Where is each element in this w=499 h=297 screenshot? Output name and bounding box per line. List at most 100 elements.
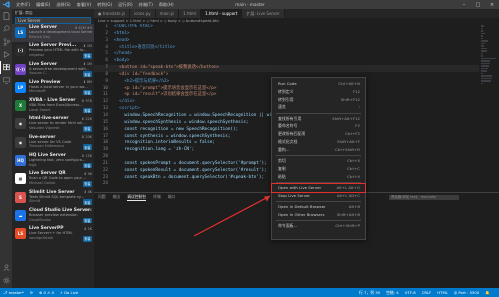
extension-list-item[interactable]: HQ HQ Live Server Lightning fast, zero con… [12, 152, 94, 170]
code-line[interactable]: 4 <title>语音识别</title> [94, 45, 499, 52]
menu-view[interactable]: 查看(V) [74, 2, 95, 8]
context-menu-item[interactable]: 速览 › [272, 103, 365, 111]
minimap-line [481, 60, 491, 62]
menu-run[interactable]: 运行(R) [115, 2, 136, 8]
install-button[interactable]: 安装 [82, 144, 92, 151]
code-line[interactable]: 2 <html> [94, 31, 499, 38]
editor-tab[interactable]: icons.py [130, 9, 156, 18]
context-menu-item[interactable]: 查找所有引用 Shift+Alt+F12 [272, 115, 365, 123]
maximize-button[interactable]: □ [471, 0, 485, 9]
status-right-item[interactable]: 🔔 [485, 290, 490, 296]
extension-logo-icon: LP [15, 81, 26, 93]
status-left-item[interactable]: ⎇ master* [3, 290, 24, 295]
extension-list-item[interactable]: ((·)) Live Server A server-free developmen… [12, 61, 94, 79]
account-icon[interactable] [0, 261, 12, 274]
close-button[interactable]: × [485, 0, 499, 9]
menu-item-shortcut: Ctrl+V [347, 173, 360, 179]
run-debug-icon[interactable] [0, 48, 12, 61]
extension-search-input[interactable]: Live Server [15, 17, 91, 24]
code-line[interactable]: 3 <head> [94, 38, 499, 45]
context-menu-item[interactable]: 剪切 Ctrl+X [272, 157, 365, 165]
install-button[interactable]: 安装 [82, 107, 92, 114]
menu-selection[interactable]: 选择(S) [53, 2, 73, 8]
context-menu-item[interactable]: Open In Other Browsers Shift+Alt+B [272, 211, 365, 219]
context-menu-item[interactable]: 更改所有匹配项 Ctrl+F2 [272, 130, 365, 138]
install-button[interactable]: 安装 [82, 89, 92, 96]
editor-tab[interactable]: ● translate.js [94, 9, 131, 18]
extension-list-item[interactable]: (·) Live Server Previ... Preview your HTML… [12, 42, 94, 60]
panel-tab[interactable]: 调试控制台 [127, 194, 147, 201]
extension-list-item[interactable]: ◉ html-live-server Live server to render h… [12, 115, 94, 133]
line-number: 2 [105, 30, 108, 36]
context-menu-item[interactable]: Open In Default Browser Alt+B [272, 203, 365, 211]
code-line[interactable]: 1 <!DOCTYPE html> [94, 24, 499, 31]
extension-list-item[interactable]: S Slimlit Live Server Tests Slimlit SQL te… [12, 189, 94, 207]
extension-list-item[interactable]: LS Live ServerPP Live Server++ for HTML san… [12, 225, 94, 243]
editor-tab[interactable]: main.js [155, 9, 180, 18]
status-right-item[interactable]: HTML [437, 290, 448, 296]
code-line[interactable]: 7 <button id="speak-btn">按我说话</button> [94, 65, 499, 72]
explorer-icon[interactable] [0, 9, 12, 22]
status-right-item[interactable]: 行 7，列 30 [359, 290, 380, 296]
extension-list-item[interactable]: LS Live Server Launch a development local … [12, 24, 94, 43]
search-icon[interactable] [0, 22, 12, 35]
context-menu-item[interactable]: 重命名符号 F2 [272, 122, 365, 130]
status-left-item[interactable]: ⚡ Go Live [60, 290, 78, 295]
source-control-icon[interactable] [0, 35, 12, 48]
editor-tab[interactable]: 扩展: Live Server [242, 9, 285, 18]
context-menu-item[interactable]: Run Code Ctrl+Alt+N [272, 80, 365, 88]
extension-list-item[interactable]: ▦ Live Server QR Scan a QR Code to open yo… [12, 170, 94, 188]
status-right-item[interactable]: CRLF [422, 290, 432, 296]
context-menu-item[interactable]: 重构... Ctrl+Shift+R [272, 146, 365, 154]
context-menu-item[interactable]: 命令面板... Ctrl+Shift+P [272, 222, 365, 230]
menu-help[interactable]: 帮助(H) [156, 2, 177, 8]
status-right-item[interactable]: ◎ Port : 5500 [454, 290, 479, 296]
extensions-icon[interactable] [0, 61, 12, 74]
install-button[interactable]: 安装 [82, 126, 92, 132]
menu-file[interactable]: 文件(F) [13, 2, 33, 8]
status-right-item[interactable]: UTF-8 [405, 290, 416, 296]
menu-item-label: Open In Other Browsers [278, 211, 325, 217]
panel-tab[interactable]: 端口 [168, 194, 176, 200]
code-line[interactable]: 5 </head> [94, 51, 499, 58]
panel-tab[interactable]: 输出 [113, 194, 121, 200]
menu-edit[interactable]: 编辑(E) [33, 2, 53, 8]
install-button[interactable]: 安装 [82, 235, 92, 242]
install-button[interactable]: 安装 [82, 71, 92, 77]
open-with-live-server-menu-item[interactable]: Open with Live Server Alt+L Alt+O [271, 183, 366, 193]
status-right-item[interactable]: 空格: 4 [386, 290, 399, 296]
extension-list: LS Live Server Launch a development local … [12, 24, 94, 244]
install-button[interactable]: 安装 [82, 217, 92, 224]
context-menu-item[interactable]: 复制 Ctrl+C [272, 165, 365, 173]
extension-list-item[interactable]: ◉ live-server Live server for VS Code Trevi… [12, 134, 94, 152]
status-left-item[interactable]: ⟳ [30, 290, 33, 295]
context-menu-item[interactable]: 转到定义 F12 [272, 88, 365, 96]
panel-filter-input[interactable]: 筛选器(例如 text、!exclude) [389, 194, 459, 200]
menu-go[interactable]: 转到(G) [94, 2, 115, 8]
extension-list-item[interactable]: ☁ Cloud Studio Live Server Browser preview… [12, 207, 94, 225]
status-left-item[interactable]: ⊗ 0 ⚠ 0 [39, 290, 54, 295]
context-menu-item[interactable]: 格式化文档 Shift+Alt+F [272, 138, 365, 146]
extension-list-item[interactable]: LP Live Preview Hosts a local server in yo… [12, 79, 94, 97]
extension-list-item[interactable]: X XVBA - Live Server VBA Files from Excel/… [12, 97, 94, 115]
remote-explorer-icon[interactable] [0, 74, 12, 87]
panel-tab[interactable]: 问题 [98, 194, 106, 200]
editor-tab[interactable]: 1.html - support [201, 9, 243, 18]
minimap-line [481, 80, 492, 82]
line-number: 7 [105, 65, 108, 71]
gear-icon[interactable] [0, 274, 12, 287]
install-button[interactable]: 安装 [82, 199, 92, 205]
editor-tab[interactable]: 1.html [179, 9, 202, 18]
panel-tab[interactable]: 终端 [153, 194, 161, 200]
menu-terminal[interactable]: 终端(T) [136, 2, 156, 8]
context-menu-item[interactable]: 粘贴 Ctrl+V [272, 173, 365, 181]
minimize-button[interactable]: – [457, 0, 471, 9]
install-button[interactable]: 安装 [82, 53, 92, 59]
minimap-line [481, 40, 488, 42]
install-button[interactable]: 安装 [82, 181, 92, 187]
install-button[interactable]: 安装 [82, 162, 92, 169]
context-menu-item[interactable]: Stop Live Server Alt+L Alt+C [272, 192, 365, 200]
minimap-line [481, 70, 487, 72]
minimap[interactable] [479, 24, 499, 192]
context-menu-item[interactable]: 转到引用 Shift+F12 [272, 96, 365, 104]
